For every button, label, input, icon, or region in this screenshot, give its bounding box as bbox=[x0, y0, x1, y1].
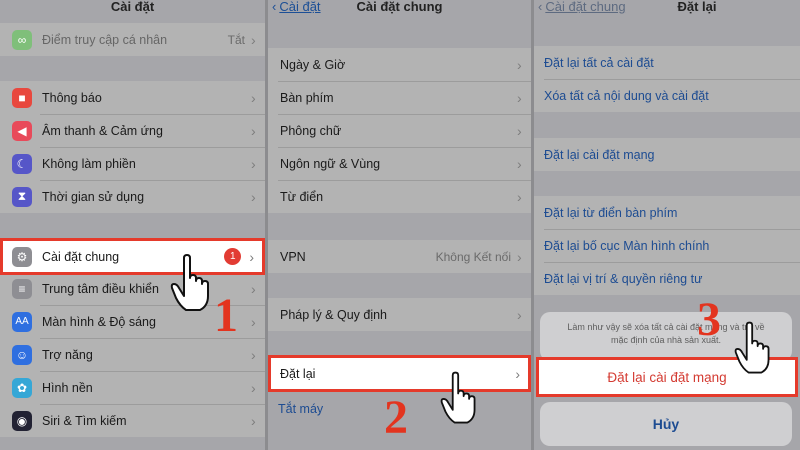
step-number: 2 bbox=[384, 391, 408, 444]
chevron-right-icon: › bbox=[251, 313, 256, 330]
chevron-right-icon: › bbox=[251, 122, 256, 139]
chevron-right-icon: › bbox=[517, 248, 522, 265]
settings-item-do-not-disturb[interactable]: ☾ Không làm phiền › bbox=[0, 147, 265, 180]
general-group-vpn: VPN Không Kết nối › bbox=[268, 240, 531, 273]
chevron-right-icon: › bbox=[517, 122, 522, 139]
settings-group-notifications: ■ Thông báo › ◀ Âm thanh & Cảm ứng › ☾ K… bbox=[0, 81, 265, 213]
chevron-right-icon: › bbox=[517, 155, 522, 172]
pointing-hand-icon bbox=[440, 371, 476, 424]
display-icon: AA bbox=[12, 311, 32, 332]
notification-icon: ■ bbox=[12, 87, 32, 108]
reset-keyboard-dictionary[interactable]: Đặt lại từ điển bàn phím bbox=[534, 196, 800, 229]
chevron-right-icon: › bbox=[517, 306, 522, 323]
hotspot-icon: ∞ bbox=[12, 29, 32, 50]
erase-all-content[interactable]: Xóa tất cả nội dung và cài đặt bbox=[534, 79, 800, 112]
notification-badge: 1 bbox=[224, 248, 242, 265]
cancel-label: Hủy bbox=[652, 416, 680, 432]
page-title: Cài đặt chung bbox=[356, 0, 443, 14]
settings-item-notifications[interactable]: ■ Thông báo › bbox=[0, 81, 265, 114]
settings-item-hotspot[interactable]: ∞ Điểm truy cập cá nhân Tắt › bbox=[0, 23, 265, 56]
siri-icon: ◉ bbox=[12, 410, 32, 431]
step-number: 1 bbox=[214, 289, 238, 342]
general-group-legal: Pháp lý & Quy định › bbox=[268, 298, 531, 331]
settings-item-siri[interactable]: ◉ Siri & Tìm kiếm › bbox=[0, 404, 265, 437]
confirm-label: Đặt lại cài đặt mạng bbox=[607, 369, 727, 385]
general-item-reset[interactable]: Đặt lại › bbox=[268, 355, 531, 392]
reset-location-privacy[interactable]: Đặt lại vị trí & quyền riêng tư bbox=[534, 262, 800, 295]
pointing-hand-icon bbox=[734, 321, 770, 374]
settings-group-hotspot: ∞ Điểm truy cập cá nhân Tắt › bbox=[0, 23, 265, 56]
chevron-right-icon: › bbox=[515, 365, 520, 382]
chevron-right-icon: › bbox=[517, 188, 522, 205]
general-item-fonts[interactable]: Phông chữ › bbox=[268, 114, 531, 147]
hourglass-icon: ⧗ bbox=[12, 186, 32, 207]
reset-home-screen-layout[interactable]: Đặt lại bố cục Màn hình chính bbox=[534, 229, 800, 262]
general-item-legal[interactable]: Pháp lý & Quy định › bbox=[268, 298, 531, 331]
reset-panel: ‹ Cài đặt chung Đặt lại Đặt lại tất cả cà… bbox=[534, 0, 800, 450]
sound-icon: ◀ bbox=[12, 120, 32, 141]
settings-item-screen-time[interactable]: ⧗ Thời gian sử dụng › bbox=[0, 180, 265, 213]
general-item-keyboard[interactable]: Bàn phím › bbox=[268, 81, 531, 114]
general-item-language-region[interactable]: Ngôn ngữ & Vùng › bbox=[268, 147, 531, 180]
nav-bar: ‹ Cài đặt Cài đặt chung bbox=[268, 0, 531, 20]
settings-panel: Cài đặt ∞ Điểm truy cập cá nhân Tắt › ■ … bbox=[0, 0, 265, 450]
reset-network-settings[interactable]: Đặt lại cài đặt mạng bbox=[534, 138, 800, 171]
reset-group-1: Đặt lại tất cả cài đặt Xóa tất cả nội du… bbox=[534, 46, 800, 112]
chevron-right-icon: › bbox=[517, 89, 522, 106]
general-item-reset-label: Đặt lại bbox=[280, 366, 316, 381]
general-item-vpn[interactable]: VPN Không Kết nối › bbox=[268, 240, 531, 273]
step-number: 3 bbox=[697, 293, 721, 346]
moon-icon: ☾ bbox=[12, 153, 32, 174]
reset-group-3: Đặt lại từ điển bàn phím Đặt lại bố cục … bbox=[534, 196, 800, 295]
chevron-right-icon: › bbox=[251, 346, 256, 363]
chevron-right-icon: › bbox=[251, 188, 256, 205]
control-center-icon: ≡ bbox=[12, 278, 32, 299]
chevron-right-icon: › bbox=[251, 280, 256, 297]
settings-item-general[interactable]: ⚙ Cài đặt chung 1 › bbox=[0, 238, 265, 275]
reset-group-2: Đặt lại cài đặt mạng bbox=[534, 138, 800, 171]
general-item-dictionary[interactable]: Từ điển › bbox=[268, 180, 531, 213]
settings-item-wallpaper[interactable]: ✿ Hình nền › bbox=[0, 371, 265, 404]
general-item-date-time[interactable]: Ngày & Giờ › bbox=[268, 48, 531, 81]
page-title: Đặt lại bbox=[677, 0, 717, 14]
accessibility-icon: ☺ bbox=[12, 344, 32, 365]
nav-bar: Cài đặt bbox=[0, 0, 265, 20]
reset-all-settings[interactable]: Đặt lại tất cả cài đặt bbox=[534, 46, 800, 79]
wallpaper-icon: ✿ bbox=[12, 377, 32, 398]
chevron-right-icon: › bbox=[251, 155, 256, 172]
settings-item-accessibility[interactable]: ☺ Trợ năng › bbox=[0, 338, 265, 371]
chevron-right-icon: › bbox=[251, 89, 256, 106]
nav-bar: ‹ Cài đặt chung Đặt lại bbox=[534, 0, 800, 20]
chevron-right-icon: › bbox=[251, 412, 256, 429]
chevron-right-icon: › bbox=[251, 31, 256, 48]
chevron-right-icon: › bbox=[249, 248, 254, 265]
pointing-hand-icon bbox=[170, 254, 209, 311]
chevron-right-icon: › bbox=[251, 379, 256, 396]
settings-item-sounds[interactable]: ◀ Âm thanh & Cảm ứng › bbox=[0, 114, 265, 147]
general-group-1: Ngày & Giờ › Bàn phím › Phông chữ › Ngôn… bbox=[268, 48, 531, 213]
page-title: Cài đặt bbox=[110, 0, 155, 14]
chevron-right-icon: › bbox=[517, 56, 522, 73]
general-settings-panel: ‹ Cài đặt Cài đặt chung Ngày & Giờ › Bàn … bbox=[268, 0, 531, 450]
cancel-button[interactable]: Hủy bbox=[540, 402, 792, 446]
gear-icon: ⚙ bbox=[12, 246, 32, 267]
